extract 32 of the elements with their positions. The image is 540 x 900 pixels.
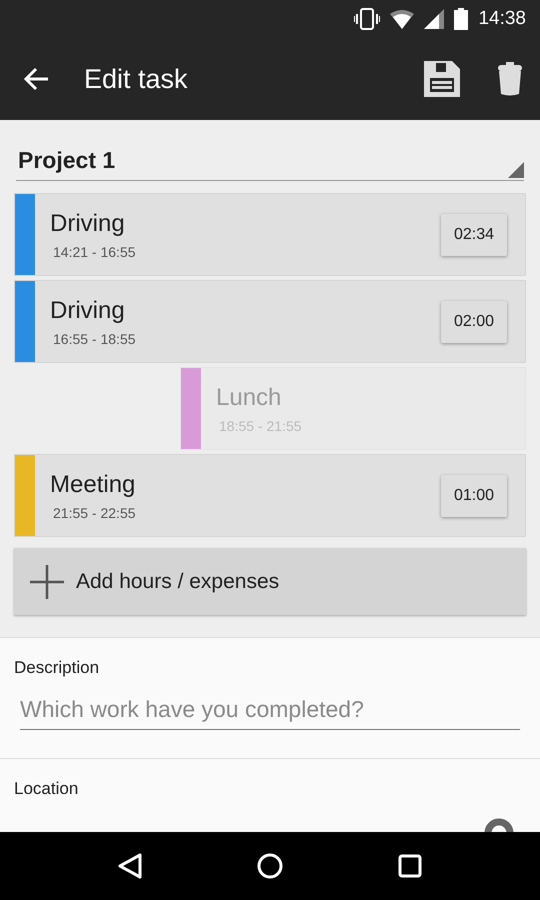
plus-icon — [30, 564, 64, 598]
save-icon[interactable] — [424, 61, 460, 97]
duration-button[interactable]: 01:00 — [440, 474, 507, 516]
time-entry-card[interactable]: Meeting 21:55 - 22:55 01:00 — [14, 454, 526, 537]
entry-title: Driving — [50, 297, 126, 325]
entry-title: Driving — [50, 210, 126, 238]
battery-icon — [454, 8, 468, 30]
description-label: Description — [14, 658, 100, 678]
duration-button[interactable]: 02:00 — [440, 300, 507, 342]
add-hours-button[interactable]: Add hours / expenses — [14, 548, 526, 615]
description-field[interactable]: Which work have you completed? — [20, 692, 520, 730]
duration-button[interactable]: 02:34 — [440, 214, 507, 256]
back-arrow-icon[interactable] — [24, 67, 50, 91]
wifi-icon — [390, 9, 414, 29]
status-time: 14:38 — [478, 8, 526, 30]
dropdown-triangle-icon — [508, 162, 524, 178]
trash-can-icon[interactable] — [498, 62, 522, 96]
location-label: Location — [14, 779, 80, 799]
entry-time-range: 14:21 - 16:55 — [53, 244, 137, 260]
entry-title: Lunch — [216, 384, 282, 412]
entry-time-range: 21:55 - 22:55 — [53, 505, 137, 521]
time-entry-card[interactable]: Driving 14:21 - 16:55 02:34 — [14, 193, 526, 276]
entry-time-range: 16:55 - 18:55 — [53, 331, 137, 347]
back-nav-icon[interactable] — [118, 853, 142, 879]
signal-icon — [424, 9, 444, 29]
recents-nav-icon[interactable] — [398, 854, 422, 878]
vibrate-icon — [354, 8, 380, 30]
project-dropdown[interactable]: Project 1 — [16, 140, 524, 181]
screen-title: Edit task — [84, 64, 189, 94]
entry-title: Meeting — [50, 471, 136, 499]
home-nav-icon[interactable] — [256, 853, 283, 879]
time-entry-card[interactable]: Driving 16:55 - 18:55 02:00 — [14, 280, 526, 363]
